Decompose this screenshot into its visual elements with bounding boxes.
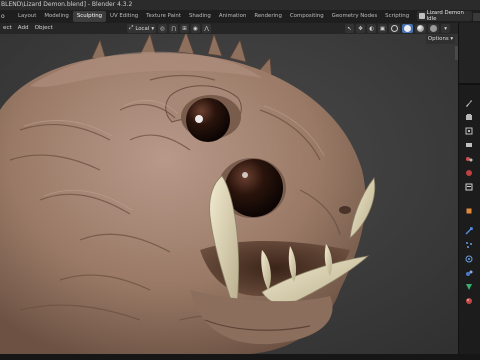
status-bar — [0, 354, 480, 360]
tab-shading[interactable]: Shading — [185, 11, 215, 22]
shading-options-dropdown[interactable]: ▾ — [441, 24, 451, 33]
shading-material-button[interactable] — [415, 24, 427, 33]
solid-icon — [404, 25, 412, 32]
snap-toggle[interactable]: ⋂ — [169, 24, 179, 33]
tab-animation[interactable]: Animation — [215, 11, 250, 22]
rendered-icon — [430, 25, 438, 32]
menu-add[interactable]: Add — [15, 23, 32, 34]
tab-sculpting[interactable]: Sculpting — [72, 11, 107, 22]
falloff-icon: ⋀ — [204, 25, 209, 32]
sculpt-render — [0, 34, 458, 354]
tab-rendering[interactable]: Rendering — [250, 11, 286, 22]
options-dropdown[interactable]: Options ▾ — [426, 35, 455, 44]
chevron-down-icon: ▾ — [450, 36, 454, 42]
outliner-area — [459, 23, 480, 85]
top-bar: o Layout Modeling Sculpting UV Editing T… — [0, 10, 480, 23]
window-title-bar: BLEND\Lizard Demon.blend] - Blender 4.3.… — [0, 0, 480, 10]
overlay-icon: ◐ — [369, 25, 374, 32]
material-icon — [417, 25, 425, 32]
object-tab-icon[interactable] — [465, 207, 473, 215]
tool-tab-icon[interactable] — [465, 99, 473, 107]
shading-rendered-button[interactable] — [428, 24, 440, 33]
tab-uv-editing[interactable]: UV Editing — [106, 11, 142, 22]
upper-eye — [186, 98, 230, 142]
proportional-edit-button[interactable]: ◉ — [191, 24, 201, 33]
scene-selector[interactable]: Lizard Demon Idle — [417, 10, 472, 22]
scene-name: Lizard Demon Idle — [426, 10, 464, 22]
shading-solid-button[interactable] — [402, 24, 414, 33]
window-title: BLEND\Lizard Demon.blend] - Blender 4.3.… — [1, 1, 133, 8]
render-tab-icon[interactable] — [465, 113, 473, 121]
properties-editor — [458, 23, 480, 354]
particles-tab-icon[interactable] — [465, 241, 473, 249]
magnet-icon: ⋂ — [171, 25, 176, 32]
view-layer-button[interactable] — [473, 13, 480, 21]
constraints-tab-icon[interactable] — [465, 269, 473, 277]
tab-geometry-nodes[interactable]: Geometry Nodes — [328, 11, 381, 22]
viewport-shading-group: ↖ ✥ ◐ ▣ ▾ — [345, 24, 451, 33]
collection-tab-icon[interactable] — [465, 183, 473, 191]
workspace-tabs: Layout Modeling Sculpting UV Editing Tex… — [14, 10, 425, 23]
app-menu[interactable]: o — [0, 10, 14, 23]
overlay-toggle[interactable]: ◐ — [367, 24, 376, 33]
xray-toggle[interactable]: ▣ — [378, 24, 388, 33]
area-divider[interactable] — [459, 83, 480, 85]
gizmo-toggle[interactable]: ✥ — [356, 24, 365, 33]
cursor-icon: ↖ — [347, 25, 352, 32]
scene-icon — [419, 13, 425, 19]
world-tab-icon[interactable] — [465, 169, 473, 177]
proportional-icon: ◉ — [193, 25, 198, 32]
orientation-icon: ⤢ — [129, 25, 134, 31]
orientation-label: Local — [135, 25, 150, 32]
snap-grid-icon: ⊞ — [182, 25, 187, 32]
modifiers-tab-icon[interactable] — [465, 227, 473, 235]
orientation-dropdown[interactable]: ⤢ Local ▾ — [127, 24, 157, 33]
3d-viewport[interactable] — [0, 34, 458, 354]
view-layer-tab-icon[interactable] — [465, 141, 473, 149]
gizmo-icon: ✥ — [358, 25, 363, 32]
snap-target-dropdown[interactable]: ⊞ — [180, 24, 190, 33]
visibility-button[interactable]: ↖ — [345, 24, 354, 33]
falloff-dropdown[interactable]: ⋀ — [202, 24, 212, 33]
wireframe-icon — [391, 25, 399, 32]
tab-modeling[interactable]: Modeling — [40, 11, 73, 22]
chevron-down-icon: ▾ — [151, 25, 155, 32]
menu-select[interactable]: ect — [0, 23, 15, 34]
tab-layout[interactable]: Layout — [14, 11, 40, 22]
chevron-down-icon: ▾ — [444, 25, 447, 32]
tab-texture-paint[interactable]: Texture Paint — [142, 11, 185, 22]
material-tab-icon[interactable] — [465, 297, 473, 305]
pivot-point-button[interactable]: ◎ — [158, 24, 168, 33]
physics-tab-icon[interactable] — [465, 255, 473, 263]
pivot-icon: ◎ — [160, 25, 165, 32]
options-label: Options — [427, 36, 449, 42]
data-tab-icon[interactable] — [465, 283, 473, 291]
output-tab-icon[interactable] — [465, 127, 473, 135]
tab-scripting[interactable]: Scripting — [381, 11, 413, 22]
shading-wireframe-button[interactable] — [389, 24, 401, 33]
scene-tab-icon[interactable] — [465, 155, 473, 163]
transform-orientation-group: ⤢ Local ▾ ◎ ⋂ ⊞ ◉ ⋀ — [127, 24, 212, 33]
xray-icon: ▣ — [380, 25, 386, 32]
menu-object[interactable]: Object — [32, 23, 56, 34]
tab-compositing[interactable]: Compositing — [286, 11, 328, 22]
